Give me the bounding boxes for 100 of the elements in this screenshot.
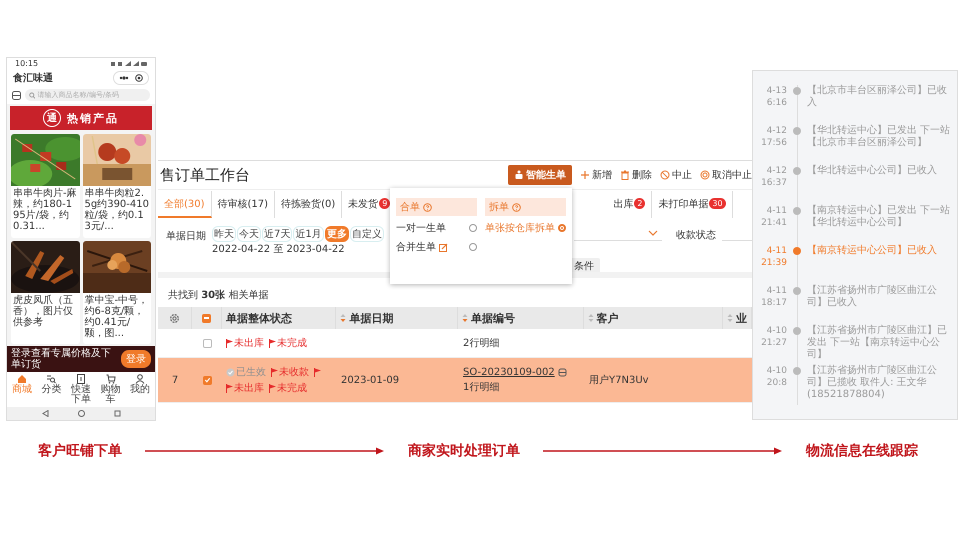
filter-label: 收款状态 xyxy=(676,228,716,242)
radio-button[interactable] xyxy=(469,224,477,232)
line-count: 2行明细 xyxy=(463,337,500,350)
result-count: 共找到 30张 相关单据 xyxy=(158,278,752,307)
option-label: 合并生单 xyxy=(396,240,436,254)
date-chip[interactable]: 近1月 xyxy=(293,226,324,242)
product-card[interactable]: 掌中宝-中号，约6-8克/颗，约0.41元/颗，图... xyxy=(82,240,151,344)
toolbar-button[interactable]: 删除 xyxy=(620,168,652,182)
event-time: 16:37 xyxy=(761,177,787,189)
scan-icon xyxy=(12,90,21,100)
settings-icon[interactable] xyxy=(168,312,180,324)
cart-icon xyxy=(106,374,116,384)
table-cell-text: 用户Y7N3Uv xyxy=(589,374,649,387)
status-icons xyxy=(111,60,147,66)
caret-icon xyxy=(648,230,658,236)
event-text: 【华北转运中心】已发出 下一站【北京市丰台区丽泽公司】 xyxy=(807,125,951,150)
flag-icon xyxy=(226,338,233,348)
column-title: 单据编号 xyxy=(470,310,515,326)
column-title: 业 xyxy=(736,310,748,326)
date-chip[interactable]: 近7天 xyxy=(262,226,292,242)
event-time: 18:17 xyxy=(761,297,787,309)
date-chip[interactable]: 今天 xyxy=(237,226,261,242)
status-tag: 已生效 xyxy=(236,365,266,379)
nav-tab[interactable]: 购物车 xyxy=(96,374,126,405)
product-description: 掌中宝-中号，约6-8克/颗，约0.41元/颗，图... xyxy=(84,294,150,340)
event-text: 【南京转运中心公司】已收入 xyxy=(807,245,938,258)
cancel-stop-icon xyxy=(700,170,710,180)
status-tag: 未完成 xyxy=(277,381,307,395)
radio-button[interactable] xyxy=(469,243,477,251)
flag-icon xyxy=(269,338,276,348)
filter-label: 单据日期 xyxy=(166,230,206,243)
help-icon xyxy=(423,202,432,212)
toolbar-button[interactable]: 中止 xyxy=(660,168,692,182)
event-time: 17:56 xyxy=(761,137,787,149)
step-caption: 物流信息在线跟踪 xyxy=(806,442,918,460)
group-title: 拆单 xyxy=(489,200,509,214)
flag-icon xyxy=(271,368,278,376)
back-icon[interactable] xyxy=(42,410,48,417)
product-description: 串串牛肉粒2.5g约390-410粒/袋，约0.13元/... xyxy=(84,186,150,234)
count-badge: 2 xyxy=(634,198,646,209)
group-title: 合单 xyxy=(400,200,420,214)
table-cell: 2023-01-09 xyxy=(341,374,400,386)
event-text: 【江苏省扬州市广陵区曲江公司】已收入 xyxy=(807,285,938,310)
nav-tab[interactable]: 我的 xyxy=(125,374,155,405)
row-checkbox[interactable] xyxy=(202,338,212,348)
event-text: 【江苏省扬州市广陵区曲江公司】已揽收 取件人: 王文华 (18521878804) xyxy=(807,365,938,402)
step-caption: 客户旺铺下单 xyxy=(38,442,122,460)
event-time: 21:27 xyxy=(761,337,787,349)
home-icon xyxy=(16,374,27,384)
event-date: 4-11 xyxy=(766,285,787,297)
event-date: 4-12 xyxy=(766,125,787,137)
event-date: 4-12 xyxy=(766,165,787,177)
smart-order-button[interactable]: 智能生单 xyxy=(508,165,572,185)
event-time: 6:16 xyxy=(766,97,787,109)
prohibited-icon xyxy=(660,170,670,180)
flag-icon xyxy=(226,384,233,392)
row-number: 7 xyxy=(172,374,178,386)
order-number-link[interactable]: SO-20230109-002 xyxy=(463,366,555,378)
product-card[interactable]: 串串牛肉粒2.5g约390-410粒/袋，约0.13元/... xyxy=(82,134,151,238)
recents-icon[interactable] xyxy=(114,410,120,417)
help-icon xyxy=(512,202,521,212)
status-tag: 未收款 xyxy=(279,365,309,379)
nav-tab[interactable]: 分类 xyxy=(36,374,66,405)
event-time: 20:8 xyxy=(766,377,787,389)
product-card[interactable]: 虎皮凤爪（五香），图片仅供参考 xyxy=(11,240,80,344)
count-badge: 9 xyxy=(379,198,390,209)
checkmark-icon xyxy=(204,376,210,384)
event-date: 4-10 xyxy=(766,365,787,377)
home-circle-icon[interactable] xyxy=(78,410,84,417)
copy-icon[interactable] xyxy=(558,368,567,376)
window-title: 售订单工作台 xyxy=(160,166,250,184)
toolbar-button[interactable]: 取消中止 xyxy=(700,168,752,182)
product-card[interactable]: 串串牛肉片-麻辣，约180-195片/袋，约0.31... xyxy=(11,134,80,238)
login-prompt: 登录查看专属价格及下单订货 xyxy=(11,348,112,370)
selected-row[interactable]: 7 已生效 未收款 未出库 未完成 2023-01-09 SO-20230109-002 1行明细 用户Y7N3Uv xyxy=(158,358,752,403)
line-count: 1行明细 xyxy=(463,380,500,394)
select-all-checkbox[interactable] xyxy=(202,314,211,322)
nav-tab[interactable]: 快速下单 xyxy=(66,374,96,405)
edit-icon[interactable] xyxy=(439,242,448,252)
column-title: 单据整体状态 xyxy=(226,310,292,326)
more-icon xyxy=(119,76,129,80)
date-range: 2022-04-22 至 2023-04-22 xyxy=(212,243,345,256)
check-circle-icon xyxy=(226,368,235,376)
toolbar-button[interactable]: 新增 xyxy=(580,168,612,182)
status-tag: 未出库 xyxy=(234,336,264,350)
logo: 通 xyxy=(43,109,61,127)
user-icon xyxy=(135,374,146,384)
row-checkbox[interactable] xyxy=(202,376,212,384)
radio-button[interactable] xyxy=(558,224,566,232)
option-label: 单张按仓库拆单 xyxy=(485,222,555,235)
app-title: 食汇味通 xyxy=(13,72,53,85)
event-time: 21:41 xyxy=(761,217,787,229)
date-chip[interactable]: 自定义 xyxy=(350,226,384,242)
date-chip[interactable]: 昨天 xyxy=(212,226,236,242)
step-caption: 商家实时处理订单 xyxy=(408,442,520,460)
product-description: 虎皮凤爪（五香），图片仅供参考 xyxy=(12,294,74,330)
clipboard-icon xyxy=(76,374,86,384)
mini-program-capsule[interactable] xyxy=(113,71,149,85)
event-date: 4-10 xyxy=(766,325,787,337)
event-text: 【华北转运中心公司】已收入 xyxy=(807,165,938,178)
